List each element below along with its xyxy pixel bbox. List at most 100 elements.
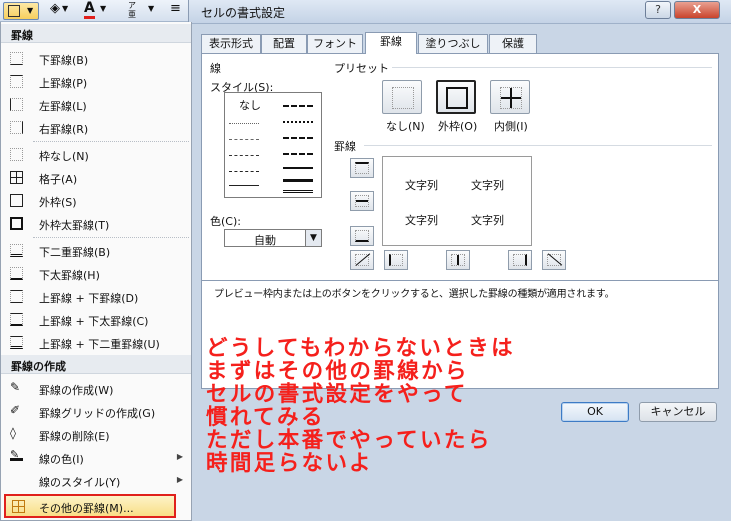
border-middle-vertical-button[interactable] xyxy=(446,250,470,270)
menu-item-left-border[interactable]: 左罫線(L) xyxy=(1,94,191,116)
border-bottom-button[interactable] xyxy=(350,226,374,246)
ribbon-toolbar: ▼ ◈ ▼ A ▼ ア亜 ▼ ≡ xyxy=(0,0,188,22)
border-right-icon xyxy=(513,254,527,266)
menu-item-label: 左罫線(L) xyxy=(39,100,87,113)
preset-outline-button[interactable] xyxy=(436,80,476,114)
line-style-dash-dot[interactable] xyxy=(229,171,259,172)
line-style-medium-dash-dot[interactable] xyxy=(283,137,313,139)
border-left-button[interactable] xyxy=(384,250,408,270)
line-style-thick[interactable] xyxy=(283,179,313,182)
pencil-icon: ✎ xyxy=(10,380,21,394)
menu-item-draw-border-grid[interactable]: ✐ 罫線グリッドの作成(G) xyxy=(1,401,191,423)
line-style-medium-dash-dot-dot[interactable] xyxy=(283,105,313,107)
line-style-dash-dot-dot[interactable] xyxy=(229,155,259,156)
menu-item-label: 枠なし(N) xyxy=(39,150,89,163)
annotation-line: 慣れてみる xyxy=(206,405,325,430)
border-left-icon xyxy=(389,254,403,266)
border-diagonal-up-button[interactable] xyxy=(350,250,374,270)
preset-inside-button[interactable] xyxy=(490,80,530,114)
tab-font[interactable]: フォント xyxy=(307,34,363,54)
annotation-text: どうしてもわからないときは まずはその他の罫線から セルの書式設定をやって 慣れ… xyxy=(206,337,626,475)
color-select[interactable]: 自動 ▼ xyxy=(224,229,322,247)
thick-bottom-border-icon xyxy=(10,267,23,280)
tab-alignment[interactable]: 配置 xyxy=(261,34,307,54)
preset-inside-label: 内側(I) xyxy=(494,120,528,133)
line-style-thin[interactable] xyxy=(229,185,259,186)
all-borders-icon xyxy=(10,171,23,184)
no-border-icon xyxy=(10,148,23,161)
pencil-grid-icon: ✐ xyxy=(10,403,21,417)
menu-item-more-borders[interactable]: その他の罫線(M)... xyxy=(4,494,176,518)
line-style-dot[interactable] xyxy=(229,139,259,140)
preset-none-icon xyxy=(392,87,414,109)
menu-item-label: その他の罫線(M)... xyxy=(39,502,134,515)
cancel-button[interactable]: キャンセル xyxy=(639,402,717,422)
menu-item-draw-border[interactable]: ✎ 罫線の作成(W) xyxy=(1,378,191,400)
help-button[interactable]: ? xyxy=(645,1,671,19)
bottom-double-border-icon xyxy=(10,244,23,257)
chevron-down-icon[interactable]: ▼ xyxy=(305,230,321,246)
chevron-down-icon[interactable]: ▼ xyxy=(148,4,154,22)
preview-text: 文字列 xyxy=(471,179,504,192)
border-middle-horizontal-button[interactable] xyxy=(350,191,374,211)
line-style-double[interactable] xyxy=(283,190,313,193)
menu-item-thick-outside-border[interactable]: 外枠太罫線(T) xyxy=(1,213,191,235)
tab-fill[interactable]: 塗りつぶし xyxy=(418,34,488,54)
color-value: 自動 xyxy=(254,234,276,247)
dialog-titlebar[interactable]: セルの書式設定 ? X xyxy=(189,0,731,24)
menu-item-line-style[interactable]: 線のスタイル(Y) ▶ xyxy=(1,470,191,492)
menu-item-top-and-bottom-border[interactable]: 上罫線 + 下罫線(D) xyxy=(1,286,191,308)
border-diagonal-down-button[interactable] xyxy=(542,250,566,270)
menu-item-top-and-double-bottom-border[interactable]: 上罫線 + 下二重罫線(U) xyxy=(1,332,191,354)
menu-item-bottom-border[interactable]: 下罫線(B) xyxy=(1,48,191,70)
chevron-down-icon[interactable]: ▼ xyxy=(100,4,106,22)
line-style-hair[interactable] xyxy=(229,123,259,124)
phonetic-icon[interactable]: ア亜 xyxy=(128,1,142,19)
preset-divider xyxy=(392,67,712,68)
menu-item-all-borders[interactable]: 格子(A) xyxy=(1,167,191,189)
line-style-medium[interactable] xyxy=(283,167,313,169)
borders-menu: 罫線 下罫線(B) 上罫線(P) 左罫線(L) 右罫線(R) 枠なし(N) 格子… xyxy=(0,22,192,521)
align-icon[interactable]: ≡ xyxy=(170,1,181,19)
menu-item-top-border[interactable]: 上罫線(P) xyxy=(1,71,191,93)
annotation-line: 時間足らないよ xyxy=(206,451,373,476)
menu-item-outside-border[interactable]: 外枠(S) xyxy=(1,190,191,212)
border-tab-panel: 線 スタイル(S): なし 色(C): 自動 ▼ プリセット なし(N) 外枠(… xyxy=(201,53,719,281)
chevron-down-icon[interactable]: ▼ xyxy=(62,4,68,22)
right-border-icon xyxy=(10,121,23,134)
tab-border[interactable]: 罫線 xyxy=(365,32,417,54)
close-button[interactable]: X xyxy=(674,1,720,19)
preview-text: 文字列 xyxy=(405,179,438,192)
fill-color-icon[interactable]: ◈ xyxy=(50,1,60,19)
preview-text: 文字列 xyxy=(471,214,504,227)
menu-item-label: 線のスタイル(Y) xyxy=(39,476,121,489)
menu-item-line-color[interactable]: ✎ 線の色(I) ▶ xyxy=(1,447,191,469)
menu-item-no-border[interactable]: 枠なし(N) xyxy=(1,144,191,166)
font-color-icon[interactable]: A xyxy=(84,0,95,19)
menu-item-top-and-thick-bottom-border[interactable]: 上罫線 + 下太罫線(C) xyxy=(1,309,191,331)
tab-number-format[interactable]: 表示形式 xyxy=(201,34,261,54)
preset-inside-icon xyxy=(500,87,522,109)
border-top-button[interactable] xyxy=(350,158,374,178)
line-style-list[interactable]: なし xyxy=(224,92,322,198)
line-style-slant-dash-dot[interactable] xyxy=(283,121,313,123)
menu-item-thick-bottom-border[interactable]: 下太罫線(H) xyxy=(1,263,191,285)
style-none-option[interactable]: なし xyxy=(239,97,261,113)
menu-item-erase-border[interactable]: ◊ 罫線の削除(E) xyxy=(1,424,191,446)
menu-item-right-border[interactable]: 右罫線(R) xyxy=(1,117,191,139)
annotation-line: まずはその他の罫線から xyxy=(206,359,469,384)
tab-protection[interactable]: 保護 xyxy=(489,34,537,54)
annotation-line: どうしてもわからないときは xyxy=(206,336,515,361)
line-style-medium-dashed[interactable] xyxy=(283,153,313,155)
preset-outline-label: 外枠(O) xyxy=(438,120,478,133)
border-right-button[interactable] xyxy=(508,250,532,270)
menu-item-bottom-double-border[interactable]: 下二重罫線(B) xyxy=(1,240,191,262)
border-preview[interactable]: 文字列 文字列 文字列 文字列 xyxy=(382,156,532,246)
border-top-icon xyxy=(355,162,369,174)
screen: セルの書式設定 ? X 表示形式 配置 フォント 罫線 塗りつぶし 保護 線 ス… xyxy=(0,0,731,521)
preset-label: プリセット xyxy=(334,62,389,75)
border-middle-vertical-icon xyxy=(451,254,465,266)
preset-none-button[interactable] xyxy=(382,80,422,114)
borders-dropdown-button[interactable]: ▼ xyxy=(3,2,39,20)
chevron-down-icon: ▼ xyxy=(27,6,34,15)
